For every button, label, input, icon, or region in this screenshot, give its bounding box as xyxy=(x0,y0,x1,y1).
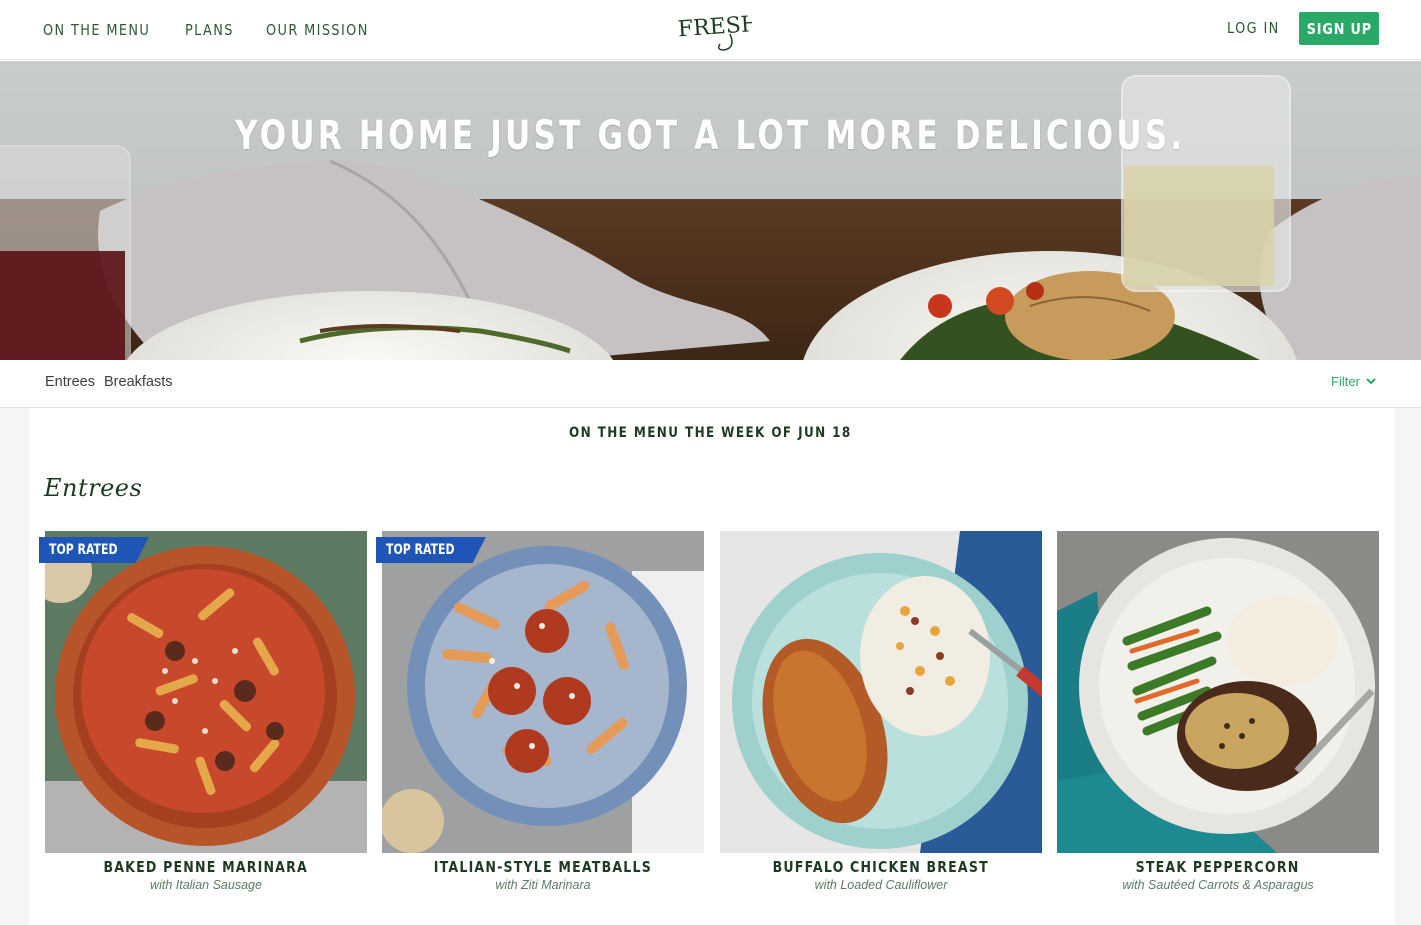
nav-on-the-menu[interactable]: ON THE MENU xyxy=(43,21,150,39)
filter-label: Filter xyxy=(1331,374,1360,389)
meal-name: BAKED PENNE MARINARA xyxy=(103,858,309,876)
meal-photo xyxy=(382,531,704,853)
meal-subtitle: with Loaded Cauliflower xyxy=(814,878,948,892)
top-rated-badge: TOP RATED xyxy=(39,537,149,563)
meal-subtitle: with Ziti Marinara xyxy=(495,878,591,892)
meal-photo xyxy=(1057,531,1379,853)
meal-card[interactable]: TOP RATED ITALIAN-STYLE MEATBALLS with Z… xyxy=(376,531,704,911)
tab-breakfasts[interactable]: Breakfasts xyxy=(104,374,173,390)
top-navigation-bar: ON THE MENU PLANS OUR MISSION FRESHLY LO… xyxy=(0,0,1421,60)
top-rated-badge: TOP RATED xyxy=(376,537,486,563)
section-heading-entrees: Entrees xyxy=(44,474,143,502)
hero-headline: YOUR HOME JUST GOT A LOT MORE DELICIOUS. xyxy=(235,113,1186,159)
meal-subtitle: with Sautéed Carrots & Asparagus xyxy=(1122,878,1314,892)
login-link[interactable]: LOG IN xyxy=(1227,19,1280,37)
filter-dropdown[interactable]: Filter xyxy=(1331,374,1376,389)
meal-name: BUFFALO CHICKEN BREAST xyxy=(772,858,990,876)
nav-our-mission[interactable]: OUR MISSION xyxy=(266,21,369,39)
nav-plans[interactable]: PLANS xyxy=(185,21,234,39)
meal-name: ITALIAN-STYLE MEATBALLS xyxy=(433,858,653,876)
meal-name: STEAK PEPPERCORN xyxy=(1136,858,1300,876)
logo-wordmark: FRESHLY xyxy=(677,10,752,43)
week-title: ON THE MENU THE WEEK OF JUN 18 xyxy=(569,425,852,441)
hero-photo xyxy=(0,61,1421,360)
meal-photo xyxy=(45,531,367,853)
chevron-down-icon xyxy=(1366,378,1376,385)
primary-nav: ON THE MENU PLANS OUR MISSION xyxy=(43,0,386,60)
meal-photo xyxy=(720,531,1042,853)
hero-banner: YOUR HOME JUST GOT A LOT MORE DELICIOUS. xyxy=(0,61,1421,360)
tab-entrees[interactable]: Entrees xyxy=(45,374,95,390)
meal-card[interactable]: STEAK PEPPERCORN with Sautéed Carrots & … xyxy=(1057,531,1379,911)
signup-label: SIGN UP xyxy=(1306,19,1372,38)
signup-button[interactable]: SIGN UP xyxy=(1299,12,1379,45)
meal-card[interactable]: TOP RATED BAKED PENNE MARINARA with Ital… xyxy=(39,531,367,911)
meal-subtitle: with Italian Sausage xyxy=(150,878,262,892)
freshly-logo[interactable]: FRESHLY xyxy=(672,4,752,54)
meal-card[interactable]: BUFFALO CHICKEN BREAST with Loaded Cauli… xyxy=(720,531,1042,911)
category-bar: Entrees Breakfasts Filter xyxy=(0,360,1421,408)
